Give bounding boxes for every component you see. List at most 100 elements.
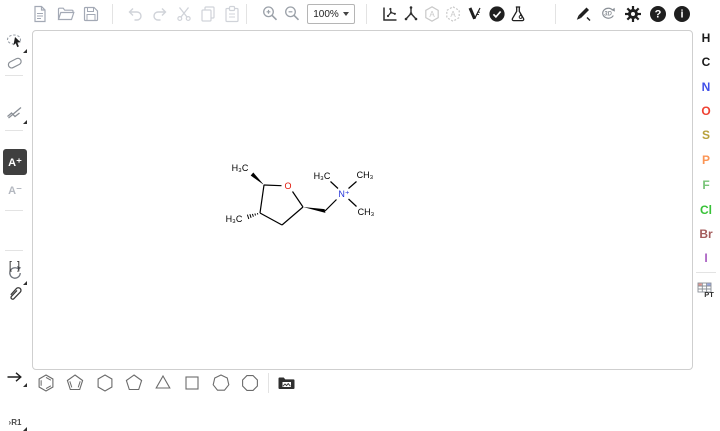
atom-symbol: F <box>702 178 709 192</box>
zoom-out-icon <box>282 4 302 24</box>
rgroup-tool[interactable]: ›R1 <box>3 413 27 431</box>
toolbar-separator <box>246 4 247 24</box>
open-folder-icon <box>56 4 76 24</box>
select-lasso-tool[interactable] <box>3 31 27 53</box>
undo-button[interactable] <box>125 4 145 24</box>
template-cyclopentadiene[interactable] <box>63 371 87 395</box>
dearomatize-letter: A <box>450 10 456 19</box>
attach-tool[interactable] <box>3 280 27 306</box>
clean-up-button[interactable] <box>401 4 421 24</box>
charge-minus-tool[interactable]: A⁻ <box>3 179 27 201</box>
zoom-out-button[interactable] <box>282 4 302 24</box>
cycloheptane-icon <box>211 373 231 393</box>
dearomatize-button[interactable]: A <box>443 4 463 24</box>
atom-button-f[interactable]: F <box>694 175 718 195</box>
template-cyclopentane[interactable] <box>122 371 146 395</box>
molecule-structure[interactable]: O N⁺ H₃C H₃C H₃C CH₃ CH₃ <box>33 31 692 369</box>
cyclobutane-icon <box>182 373 202 393</box>
cyclooctane-icon <box>240 373 260 393</box>
3d-viewer-button[interactable]: 3D <box>598 4 618 24</box>
open-button[interactable] <box>56 4 76 24</box>
cyclopropane-icon <box>153 373 173 393</box>
lasso-cursor-icon <box>5 32 25 52</box>
periodic-table-icon: PT <box>696 280 718 302</box>
settings-button[interactable] <box>623 4 643 24</box>
save-button[interactable] <box>81 4 101 24</box>
new-document-button[interactable] <box>30 4 50 24</box>
zoom-in-button[interactable] <box>260 4 280 24</box>
cyclopentane-icon <box>124 373 144 393</box>
template-cyclooctane[interactable] <box>238 371 262 395</box>
atom-button-i[interactable]: I <box>694 248 718 268</box>
template-cycloheptane[interactable] <box>209 371 233 395</box>
undo-icon <box>125 4 145 24</box>
redo-button[interactable] <box>150 4 170 24</box>
help-icon: ? <box>648 4 668 24</box>
n-methyl-right[interactable]: CH₃ <box>357 170 374 180</box>
charge-plus-tool[interactable]: A⁺ <box>3 149 27 175</box>
info-icon: i <box>672 4 692 24</box>
oxygen-atom[interactable]: O <box>284 181 291 191</box>
template-benzene[interactable] <box>34 371 58 395</box>
check-circle-icon <box>487 4 507 24</box>
charge-minus-label: A⁻ <box>8 184 22 197</box>
n-methyl-left[interactable]: H₃C <box>314 171 331 181</box>
cut-button[interactable] <box>174 4 194 24</box>
eraser-icon <box>5 53 25 73</box>
template-cyclopropane[interactable] <box>151 371 175 395</box>
periodic-table-button[interactable]: PT <box>696 280 718 302</box>
atom-symbol: C <box>702 55 711 69</box>
atom-button-p[interactable]: P <box>694 150 718 170</box>
drawing-canvas[interactable]: O N⁺ H₃C H₃C H₃C CH₃ CH₃ <box>32 30 693 370</box>
3d-rotate-icon: 3D <box>598 4 618 24</box>
check-structure-button[interactable] <box>487 4 507 24</box>
atom-button-s[interactable]: S <box>694 125 718 145</box>
atom-symbol: N <box>702 80 711 94</box>
zoom-level-dropdown[interactable]: 100% <box>307 4 355 24</box>
dearomatize-icon: A <box>443 4 463 24</box>
reaction-arrow-tool[interactable] <box>3 367 27 387</box>
calculate-cip-button[interactable] <box>465 4 485 24</box>
toolbar-separator <box>555 4 556 24</box>
hash-wedge-bond[interactable] <box>247 213 257 219</box>
atom-button-h[interactable]: H <box>694 28 718 48</box>
analyse-structure-button[interactable] <box>508 4 528 24</box>
atom-symbol: P <box>702 153 710 167</box>
atom-symbol: Br <box>699 227 712 241</box>
atom-button-n[interactable]: N <box>694 77 718 97</box>
atom-button-cl[interactable]: Cl <box>694 200 718 220</box>
template-library-button[interactable] <box>276 373 298 393</box>
n-methyl-bottom[interactable]: CH₃ <box>358 207 375 217</box>
3d-label: 3D <box>604 11 612 17</box>
atom-button-c[interactable]: C <box>694 52 718 72</box>
charge-plus-label: A⁺ <box>8 156 22 169</box>
chain-tool[interactable] <box>3 104 27 126</box>
atom-symbol: S <box>702 128 710 142</box>
save-icon <box>81 4 101 24</box>
methyl-ring-top[interactable]: H₃C <box>232 163 249 173</box>
atom-button-o[interactable]: O <box>694 101 718 121</box>
top-toolbar: 100% A A <box>0 0 720 28</box>
nitrogen-atom[interactable]: N⁺ <box>338 189 349 199</box>
copy-button[interactable] <box>198 4 218 24</box>
redo-icon <box>150 4 170 24</box>
sgroup-tool[interactable]: [ ] <box>3 255 27 277</box>
help-button[interactable]: ? <box>648 4 668 24</box>
sketch-pen-button[interactable] <box>573 4 593 24</box>
methyl-ring-left[interactable]: H₃C <box>226 214 243 224</box>
aromatize-button[interactable]: A <box>422 4 442 24</box>
layout-icon <box>380 4 400 24</box>
rgroup-label: ›R1 <box>9 418 22 427</box>
template-library-icon <box>276 373 298 393</box>
erase-tool[interactable] <box>3 52 27 74</box>
atom-button-br[interactable]: Br <box>694 224 718 244</box>
paste-button[interactable] <box>222 4 242 24</box>
clean-up-icon <box>401 4 421 24</box>
about-button[interactable]: i <box>672 4 692 24</box>
template-cyclobutane[interactable] <box>180 371 204 395</box>
atom-symbol: O <box>701 104 710 118</box>
layout-button[interactable] <box>380 4 400 24</box>
benzene-icon <box>36 373 56 393</box>
template-cyclohexane[interactable] <box>93 371 117 395</box>
stereo-cip-icon <box>465 4 485 24</box>
